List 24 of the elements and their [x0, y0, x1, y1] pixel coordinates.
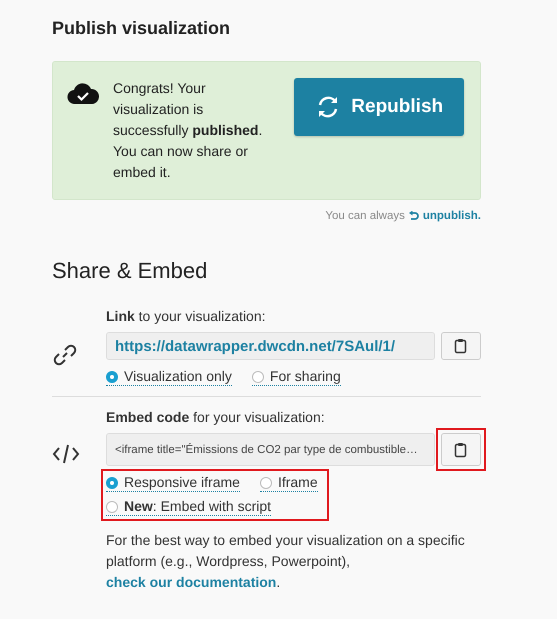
cloud-check-icon: [67, 83, 99, 105]
radio-option[interactable]: New: Embed with script: [106, 498, 272, 516]
unpublish-link[interactable]: unpublish.: [408, 210, 481, 222]
clipboard-icon: [454, 442, 468, 458]
radio-option[interactable]: For sharing: [252, 368, 341, 386]
section-title: Share & Embed: [52, 258, 208, 284]
copy-button[interactable]: [441, 332, 481, 360]
url-field[interactable]: https://datawrapper.dwcdn.net/7SAul/1/: [106, 332, 435, 360]
help-text: For the best way to embed your visualization on a specific platform (e.g., Wordpress, Powerpoint), check our documentation.: [106, 531, 466, 592]
radio-option[interactable]: Iframe: [260, 474, 318, 492]
clipboard-icon: [454, 338, 468, 354]
success-message: Congrats! Your visualization is successfully published. You can now share or embed it.: [113, 79, 264, 182]
documentation-link[interactable]: check our documentation: [106, 574, 276, 590]
field-label: Embed code for your visualization:: [106, 409, 326, 425]
field-label: Link to your visualization:: [106, 308, 267, 324]
radio-option[interactable]: Visualization only: [106, 368, 232, 386]
code-field[interactable]: <iframe title="Émissions de CO2 par type de combustible…: [106, 433, 435, 466]
radio-option[interactable]: Responsive iframe: [106, 474, 240, 492]
republish-button[interactable]: Republish: [294, 78, 464, 136]
unpublish-hint: You can always: [325, 210, 405, 222]
undo-icon: [408, 211, 419, 221]
code-icon: [52, 443, 80, 465]
section-title: Publish visualization: [52, 18, 232, 39]
link-icon: [52, 342, 78, 368]
